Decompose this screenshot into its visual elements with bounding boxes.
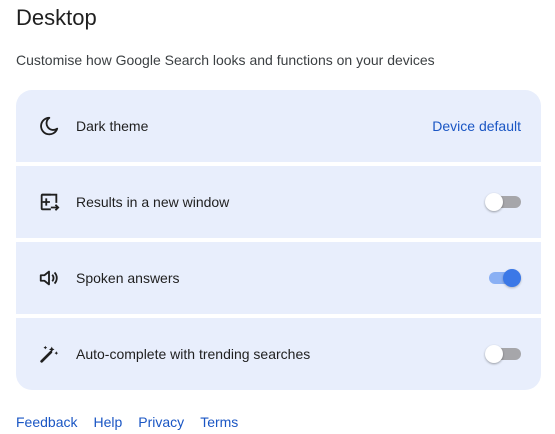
toggle-thumb (485, 193, 503, 211)
page-subtitle: Customise how Google Search looks and fu… (16, 52, 435, 68)
settings-card-list: Dark theme Device default Results in a n… (16, 90, 541, 390)
footer-link-feedback[interactable]: Feedback (16, 414, 77, 430)
setting-row-spoken-answers[interactable]: Spoken answers (16, 242, 541, 314)
footer-links: Feedback Help Privacy Terms (16, 414, 254, 430)
setting-row-auto-complete-trending[interactable]: Auto-complete with trending searches (16, 318, 541, 390)
open-in-new-window-icon (37, 190, 61, 214)
setting-row-results-new-window[interactable]: Results in a new window (16, 166, 541, 238)
toggle-thumb (485, 345, 503, 363)
results-new-window-toggle[interactable] (485, 193, 521, 211)
dark-theme-value-link[interactable]: Device default (432, 118, 521, 134)
setting-label-dark-theme: Dark theme (76, 118, 149, 134)
setting-label-auto-complete-trending: Auto-complete with trending searches (76, 346, 311, 362)
footer-link-privacy[interactable]: Privacy (138, 414, 184, 430)
setting-label-results-new-window: Results in a new window (76, 194, 230, 210)
settings-page: Desktop Customise how Google Search look… (0, 0, 555, 434)
page-title: Desktop (16, 5, 97, 30)
moon-icon (37, 114, 61, 138)
footer-link-terms[interactable]: Terms (200, 414, 238, 430)
magic-wand-icon (37, 342, 61, 366)
speaker-icon (37, 266, 61, 290)
footer-link-help[interactable]: Help (93, 414, 122, 430)
auto-complete-trending-toggle[interactable] (485, 345, 521, 363)
setting-label-spoken-answers: Spoken answers (76, 270, 180, 286)
setting-row-dark-theme[interactable]: Dark theme Device default (16, 90, 541, 162)
spoken-answers-toggle[interactable] (485, 269, 521, 287)
toggle-thumb (503, 269, 521, 287)
